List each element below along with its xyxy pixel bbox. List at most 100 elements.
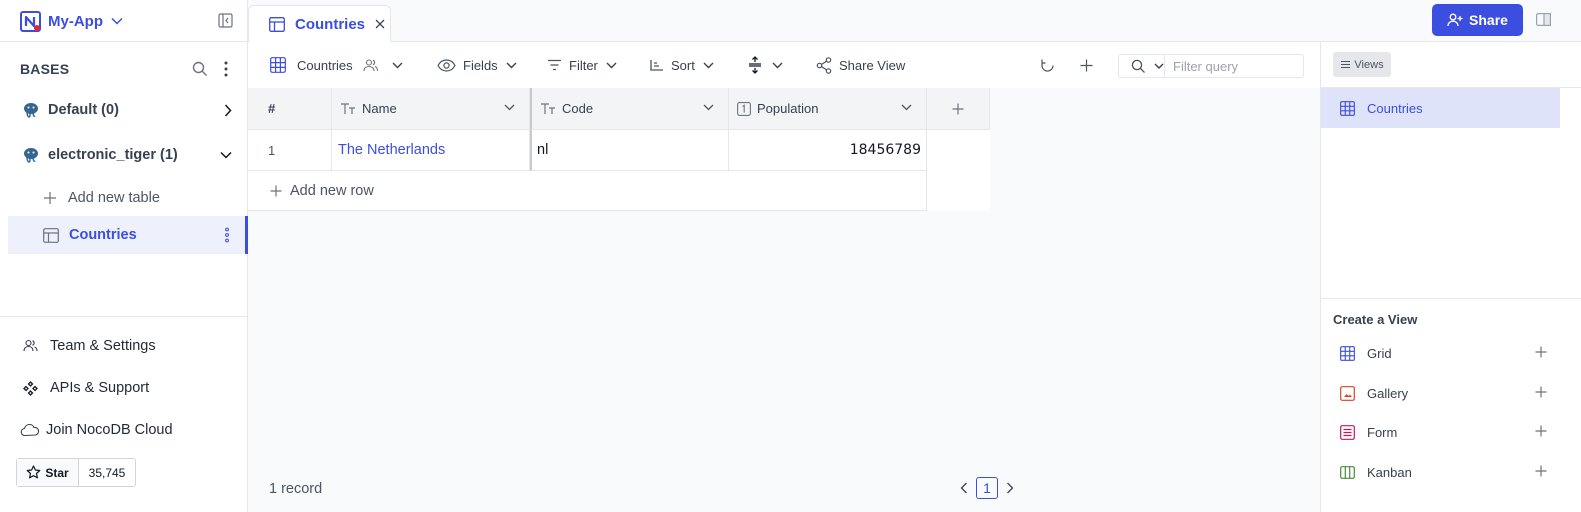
join-cloud-label: Join NocoDB Cloud xyxy=(46,422,173,438)
divider xyxy=(1321,298,1581,299)
text-type-icon xyxy=(540,102,556,115)
chevron-down-icon xyxy=(772,62,783,69)
more-vertical-icon[interactable] xyxy=(222,60,230,78)
share-icon xyxy=(816,56,832,74)
column-header-name[interactable]: Name xyxy=(332,88,530,130)
cell-value: nl xyxy=(537,142,549,158)
create-option-label: Gallery xyxy=(1367,385,1409,401)
chevron-down-icon[interactable] xyxy=(504,104,515,111)
add-new-row-label: Add new row xyxy=(290,182,374,199)
star-button[interactable]: Star xyxy=(17,459,79,486)
search-field-selector[interactable] xyxy=(1119,55,1165,77)
plus-icon xyxy=(952,103,964,115)
chevron-down-icon xyxy=(111,17,123,25)
create-form-view-button[interactable]: Form xyxy=(1321,417,1561,447)
filter-icon xyxy=(547,59,562,71)
column-header-code[interactable]: Code xyxy=(530,88,729,130)
table-icon xyxy=(269,16,285,32)
table-cell-population[interactable]: 18456789 xyxy=(729,130,927,171)
filter-label: Filter xyxy=(569,57,598,73)
chevron-down-icon xyxy=(606,62,617,69)
record-count: 1 record xyxy=(269,481,323,497)
views-tab[interactable]: Views xyxy=(1333,52,1391,77)
share-view-label: Share View xyxy=(839,57,906,73)
column-header-population[interactable]: Population xyxy=(729,88,927,130)
more-vertical-icon[interactable] xyxy=(224,227,230,243)
github-star-widget[interactable]: Star 35,745 xyxy=(16,458,136,487)
create-kanban-view-button[interactable]: Kanban xyxy=(1321,457,1561,487)
team-settings-link[interactable]: Team & Settings xyxy=(23,333,156,359)
column-label: Name xyxy=(362,101,397,116)
chevron-down-icon xyxy=(392,62,403,69)
sidebar-table-countries[interactable]: Countries xyxy=(8,216,248,254)
close-icon[interactable] xyxy=(375,19,385,29)
create-grid-view-button[interactable]: Grid xyxy=(1321,338,1561,368)
base-label: electronic_tiger (1) xyxy=(48,147,178,163)
create-option-label: Kanban xyxy=(1367,464,1412,480)
row-index-cell: 1 xyxy=(248,130,332,171)
chevron-left-icon[interactable] xyxy=(960,482,968,494)
eye-icon xyxy=(437,58,456,72)
plus-icon xyxy=(1535,386,1547,398)
pagination: 1 xyxy=(960,477,1014,499)
row-height-button[interactable] xyxy=(748,54,783,76)
search-icon[interactable] xyxy=(192,61,208,77)
chevron-right-icon[interactable] xyxy=(1006,482,1014,494)
view-label: Countries xyxy=(1367,100,1423,116)
chevron-down-icon xyxy=(1154,63,1164,69)
add-user-icon xyxy=(1447,13,1469,27)
row-height-icon xyxy=(748,56,762,74)
star-count: 35,745 xyxy=(88,465,126,480)
join-cloud-link[interactable]: Join NocoDB Cloud xyxy=(20,417,173,443)
star-icon xyxy=(26,465,45,480)
view-selector[interactable]: Countries xyxy=(270,54,403,76)
reload-icon[interactable] xyxy=(1040,54,1055,76)
views-panel: Views Countries Create a View Grid Galle… xyxy=(1320,42,1581,512)
table-cell-name[interactable]: The Netherlands xyxy=(332,130,530,171)
team-settings-label: Team & Settings xyxy=(50,338,156,354)
add-new-table-button[interactable]: Add new table xyxy=(8,182,240,214)
add-record-icon[interactable] xyxy=(1080,54,1093,76)
table-cell-code[interactable]: nl xyxy=(530,130,729,171)
filter-button[interactable]: Filter xyxy=(547,54,617,76)
grid-icon xyxy=(1340,345,1355,361)
base-item-electronic-tiger[interactable]: electronic_tiger (1) xyxy=(8,137,240,173)
add-new-row-button[interactable]: Add new row xyxy=(248,171,927,211)
divider xyxy=(0,316,248,317)
chevron-right-icon[interactable] xyxy=(224,104,232,117)
index-header-label: # xyxy=(268,101,276,116)
cloud-icon xyxy=(20,423,40,437)
table-label: Countries xyxy=(69,227,137,243)
view-item-countries[interactable]: Countries xyxy=(1321,88,1560,128)
kanban-icon xyxy=(1340,465,1355,479)
project-name: My-App xyxy=(48,12,103,30)
project-switcher[interactable]: My-App xyxy=(20,8,123,34)
chevron-down-icon[interactable] xyxy=(703,104,714,111)
sidebar-collapse-icon[interactable] xyxy=(218,13,233,28)
form-icon xyxy=(1340,424,1355,440)
chevron-down-icon[interactable] xyxy=(220,151,232,159)
plus-icon xyxy=(270,185,282,196)
page-number[interactable]: 1 xyxy=(976,477,998,499)
chevron-down-icon[interactable] xyxy=(901,104,912,111)
tab-label: Countries xyxy=(295,15,366,33)
plus-icon xyxy=(1535,425,1547,437)
plus-icon xyxy=(1535,465,1547,477)
add-column-button[interactable] xyxy=(927,88,990,130)
create-gallery-view-button[interactable]: Gallery xyxy=(1321,378,1561,408)
sort-button[interactable]: Sort xyxy=(650,54,714,76)
column-label: Code xyxy=(562,101,594,116)
share-button[interactable]: Share xyxy=(1432,4,1523,36)
tab-bar: Countries Share xyxy=(248,0,1581,42)
text-type-icon xyxy=(340,102,356,115)
fields-button[interactable]: Fields xyxy=(437,54,517,76)
tab-countries[interactable]: Countries xyxy=(248,5,391,42)
apis-support-link[interactable]: APIs & Support xyxy=(23,375,149,401)
base-item-default[interactable]: Default (0) xyxy=(8,92,240,128)
number-type-icon xyxy=(737,101,751,116)
column-label: Population xyxy=(757,101,819,116)
plus-icon xyxy=(44,192,56,204)
share-view-button[interactable]: Share View xyxy=(816,54,905,76)
right-panel-toggle-icon[interactable] xyxy=(1536,13,1551,26)
search-box xyxy=(1118,54,1349,78)
